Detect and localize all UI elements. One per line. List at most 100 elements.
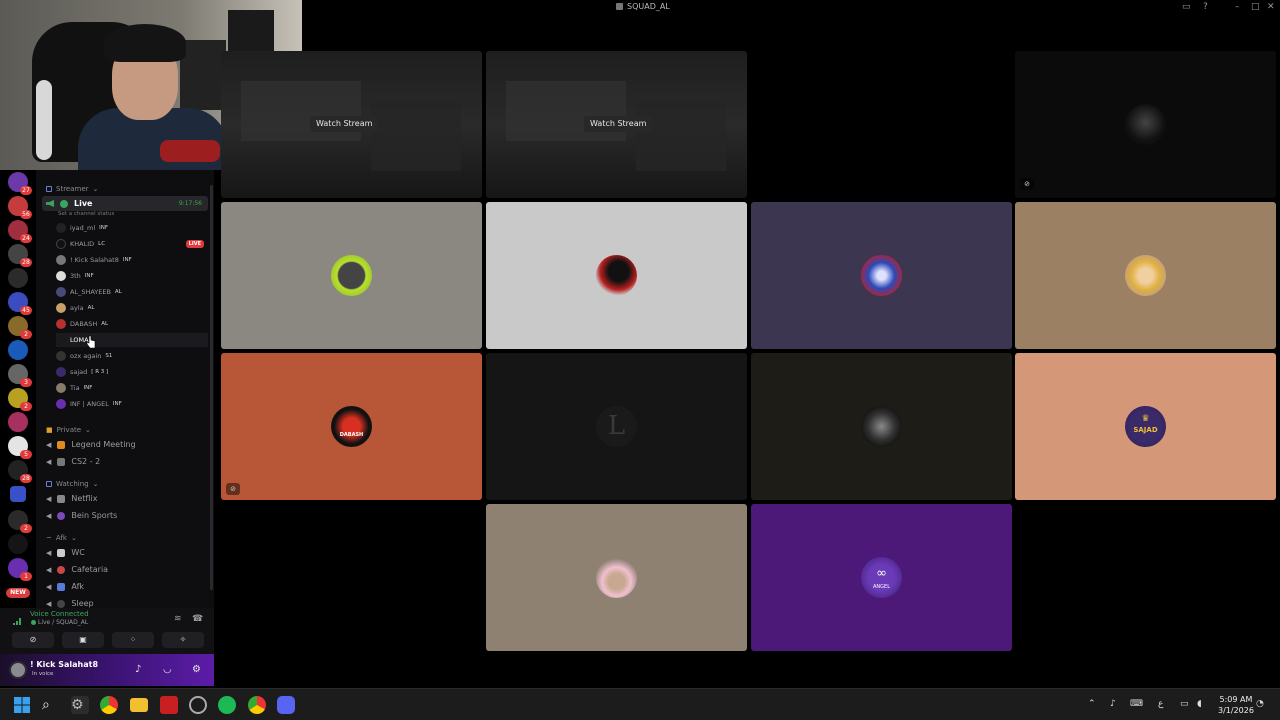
- server-icon-13[interactable]: 28: [8, 460, 32, 483]
- activities-button[interactable]: ⁘: [112, 632, 154, 648]
- participant-tile[interactable]: L: [486, 353, 747, 500]
- chevron-down-icon: ⌄: [92, 480, 99, 488]
- camera-off-button[interactable]: ⊘: [12, 632, 54, 648]
- keyboard-icon[interactable]: ⌨: [1130, 699, 1143, 709]
- close-button[interactable]: ✕: [1267, 2, 1275, 12]
- server-icon-12[interactable]: 5: [8, 436, 32, 459]
- server-icon-10[interactable]: 2: [8, 388, 32, 411]
- voice-location[interactable]: Live / SQUAD_AL: [38, 619, 88, 626]
- server-icon-3[interactable]: 24: [8, 220, 32, 243]
- minimize-button[interactable]: –: [1235, 2, 1240, 12]
- participant-tile[interactable]: [486, 202, 747, 349]
- screen-share-button[interactable]: ▣: [62, 632, 104, 648]
- disconnect-icon[interactable]: ☎: [192, 614, 203, 624]
- stream-tile[interactable]: Watch Stream: [221, 51, 482, 198]
- channel-status[interactable]: Set a channel status: [58, 211, 114, 217]
- participant-tile[interactable]: DABASH ⊘: [221, 353, 482, 500]
- help-icon[interactable]: ?: [1203, 2, 1208, 12]
- avatar[interactable]: [9, 661, 27, 679]
- app-icon[interactable]: [160, 696, 178, 714]
- channel-cafetaria[interactable]: ◀ Cafetaria: [42, 562, 208, 577]
- network-icon[interactable]: ▭: [1180, 699, 1189, 709]
- category-streamer[interactable]: Streamer ⌄: [46, 185, 98, 193]
- participant-tile[interactable]: [751, 353, 1012, 500]
- speaker-icon: ◀: [46, 599, 52, 608]
- voice-member[interactable]: ayla AL: [56, 301, 208, 315]
- category-watching[interactable]: Watching ⌄: [46, 480, 99, 488]
- voice-member[interactable]: ozx again S1: [56, 349, 208, 363]
- channel-afk[interactable]: ◀ Afk: [42, 579, 208, 594]
- steam-icon[interactable]: [189, 696, 207, 714]
- server-icon-7[interactable]: 2: [8, 316, 32, 339]
- voice-member[interactable]: AL_SHAYEEB AL: [56, 285, 208, 299]
- volume-icon[interactable]: ◖: [1197, 699, 1202, 709]
- server-icon-11[interactable]: [8, 412, 28, 432]
- category-afk[interactable]: ~ Afk ⌄: [46, 534, 77, 542]
- channel-bein-sports[interactable]: ◀ Bein Sports: [42, 508, 208, 523]
- spotify-icon[interactable]: [218, 696, 236, 714]
- category-private[interactable]: ■ Private ⌄: [46, 426, 91, 434]
- chrome-icon[interactable]: [100, 696, 118, 714]
- settings-app-icon[interactable]: ⚙: [71, 696, 89, 714]
- watch-stream-button[interactable]: Watch Stream: [310, 116, 379, 132]
- voice-status[interactable]: Voice Connected: [30, 610, 89, 618]
- server-icon-1[interactable]: 27: [8, 172, 32, 195]
- speaker-icon: ◀: [46, 548, 52, 557]
- voice-member[interactable]: LOMA: [56, 333, 208, 347]
- server-icon-4[interactable]: 28: [8, 244, 32, 267]
- inbox-icon[interactable]: ▭: [1182, 2, 1191, 12]
- noise-suppression-icon[interactable]: ≋: [174, 614, 182, 624]
- server-icon-16[interactable]: 1: [8, 558, 32, 581]
- notification-bell-icon[interactable]: ◔: [1256, 699, 1264, 709]
- channel-sleep[interactable]: ◀ Sleep: [42, 596, 208, 608]
- server-icon-8[interactable]: [8, 340, 28, 360]
- voice-member[interactable]: Tia INF: [56, 381, 208, 395]
- discord-icon[interactable]: [277, 696, 295, 714]
- soundboard-button[interactable]: ✧: [162, 632, 204, 648]
- category-label: Private: [56, 426, 82, 434]
- server-icon-5[interactable]: [8, 268, 28, 288]
- channel-scrollbar[interactable]: [210, 185, 213, 590]
- headphones-icon[interactable]: ◡: [163, 664, 172, 675]
- server-icon-6[interactable]: 45: [8, 292, 32, 315]
- channel-label: Sleep: [71, 599, 94, 608]
- username[interactable]: ! Kick Salahat8: [30, 660, 98, 669]
- server-icon-15[interactable]: [8, 534, 28, 554]
- participant-tile[interactable]: ♛ SAJAD: [1015, 353, 1276, 500]
- stream-tile[interactable]: Watch Stream: [486, 51, 747, 198]
- voice-member[interactable]: KHALID LC LIVE: [56, 237, 208, 251]
- channel-netflix[interactable]: ◀ Netflix: [42, 491, 208, 506]
- chrome-profile-icon[interactable]: [248, 696, 266, 714]
- gear-icon[interactable]: ⚙: [192, 664, 201, 675]
- watch-stream-button[interactable]: Watch Stream: [584, 116, 653, 132]
- server-icon-14[interactable]: 2: [8, 510, 32, 533]
- channel-legend-meeting[interactable]: ◀ Legend Meeting: [42, 437, 208, 452]
- file-explorer-icon[interactable]: [130, 698, 148, 712]
- voice-member[interactable]: DABASH AL: [56, 317, 208, 331]
- maximize-button[interactable]: □: [1251, 2, 1260, 12]
- chevron-up-icon[interactable]: ⌃: [1088, 699, 1096, 709]
- windows-start-icon[interactable]: [13, 696, 31, 714]
- voice-member[interactable]: INF | ANGEL INF: [56, 397, 208, 411]
- clock[interactable]: 5:09 AM 3/1/2026: [1218, 694, 1254, 716]
- participant-tile[interactable]: ⊘: [1015, 51, 1276, 198]
- participant-tile[interactable]: [751, 202, 1012, 349]
- microphone-icon[interactable]: ♪: [135, 664, 141, 675]
- channel-live[interactable]: Live 9:17:56: [42, 196, 208, 211]
- voice-member[interactable]: sajad[ R 3 ]: [56, 365, 208, 379]
- voice-member[interactable]: iyad_ml INF: [56, 221, 208, 235]
- channel-cs2[interactable]: ◀ CS2 - 2: [42, 454, 208, 469]
- voice-member[interactable]: 3th INF: [56, 269, 208, 283]
- participant-tile[interactable]: [221, 202, 482, 349]
- folder-icon[interactable]: [10, 486, 26, 502]
- language-indicator[interactable]: ع: [1158, 699, 1163, 709]
- channel-wc[interactable]: ◀ WC: [42, 545, 208, 560]
- microphone-tray-icon[interactable]: ♪: [1110, 699, 1116, 709]
- participant-tile[interactable]: [1015, 202, 1276, 349]
- participant-tile[interactable]: [486, 504, 747, 651]
- participant-tile[interactable]: ∞ ANGEL: [751, 504, 1012, 651]
- server-icon-9[interactable]: 3: [8, 364, 32, 387]
- voice-member[interactable]: ! Kick Salahat8 INF: [56, 253, 208, 267]
- server-icon-2[interactable]: 56: [8, 196, 32, 219]
- search-icon[interactable]: ⌕: [42, 696, 60, 714]
